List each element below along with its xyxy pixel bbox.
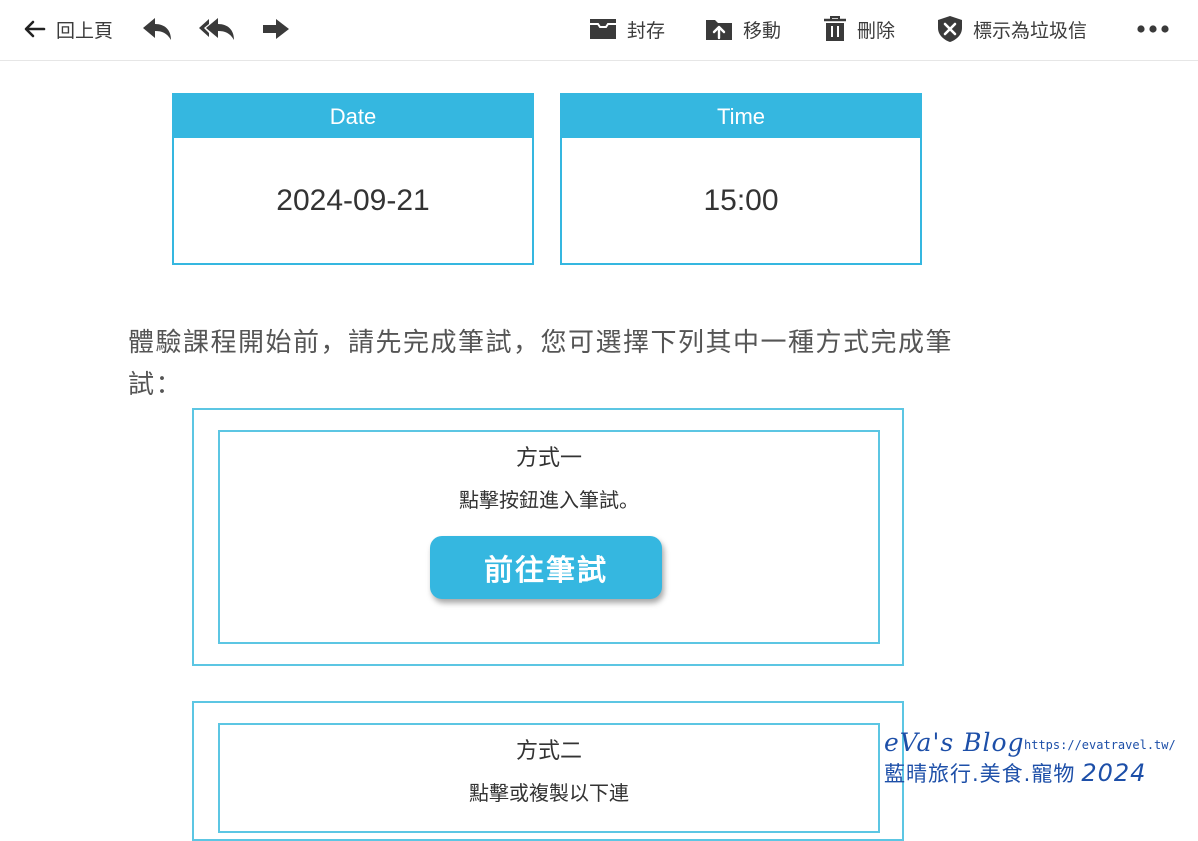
watermark-blog-name: eVa's Blog <box>884 728 1025 757</box>
intro-text: 體驗課程開始前，請先完成筆試，您可選擇下列其中一種方式完成筆試： <box>128 328 954 400</box>
spam-label: 標示為垃圾信 <box>973 19 1088 42</box>
delete-label: 刪除 <box>857 19 896 42</box>
reply-button[interactable] <box>141 14 173 44</box>
time-value: 15:00 <box>703 183 779 217</box>
date-value: 2024-09-21 <box>276 183 430 217</box>
start-test-button[interactable]: 前往筆試 <box>430 536 662 599</box>
arrow-left-icon <box>24 20 46 38</box>
method-one-inner: 方式一 點擊按鈕進入筆試。 前往筆試 <box>218 430 880 644</box>
method-one-box: 方式一 點擊按鈕進入筆試。 前往筆試 <box>192 408 904 666</box>
archive-label: 封存 <box>627 19 666 42</box>
reply-icon <box>143 18 171 40</box>
more-button[interactable] <box>1136 14 1170 44</box>
date-card: Date 2024-09-21 <box>172 93 534 265</box>
shield-icon <box>938 16 962 42</box>
trash-icon <box>824 16 846 41</box>
date-header: Date <box>174 95 532 138</box>
more-dots-icon <box>1137 25 1169 33</box>
back-label: 回上頁 <box>56 19 114 42</box>
move-label: 移動 <box>743 19 782 42</box>
move-folder-icon <box>706 20 732 40</box>
blog-watermark: eVa's Blog https://evatravel.tw/ 藍晴旅行.美食… <box>884 728 1184 788</box>
mail-toolbar: 回上頁 封存 移動 刪除 標示為垃圾信 <box>0 0 1198 61</box>
method-two-inner: 方式二 點擊或複製以下連 <box>218 723 880 833</box>
watermark-url: https://evatravel.tw/ <box>1024 738 1176 752</box>
archive-button[interactable]: 封存 <box>589 14 665 44</box>
delete-button[interactable]: 刪除 <box>823 14 895 44</box>
time-card: Time 15:00 <box>560 93 922 265</box>
forward-button[interactable] <box>261 14 291 44</box>
forward-arrow-icon <box>263 19 289 39</box>
method-one-title: 方式一 <box>515 446 582 471</box>
watermark-year: 2024 <box>1081 759 1147 787</box>
report-spam-button[interactable]: 標示為垃圾信 <box>937 14 1087 44</box>
back-button[interactable]: 回上頁 <box>22 14 113 44</box>
method-one-description: 點擊按鈕進入筆試。 <box>459 488 639 512</box>
move-button[interactable]: 移動 <box>705 14 781 44</box>
watermark-subtitle: 藍晴旅行.美食.寵物 <box>884 762 1076 786</box>
method-two-box: 方式二 點擊或複製以下連 <box>192 701 904 841</box>
method-two-title: 方式二 <box>515 739 582 764</box>
archive-icon <box>590 19 616 39</box>
time-header: Time <box>562 95 920 138</box>
watermark-subtitle-line: 藍晴旅行.美食.寵物 2024 <box>884 758 1146 788</box>
method-two-description: 點擊或複製以下連 <box>469 781 629 805</box>
reply-all-button[interactable] <box>198 14 236 44</box>
reply-all-icon <box>199 18 234 40</box>
